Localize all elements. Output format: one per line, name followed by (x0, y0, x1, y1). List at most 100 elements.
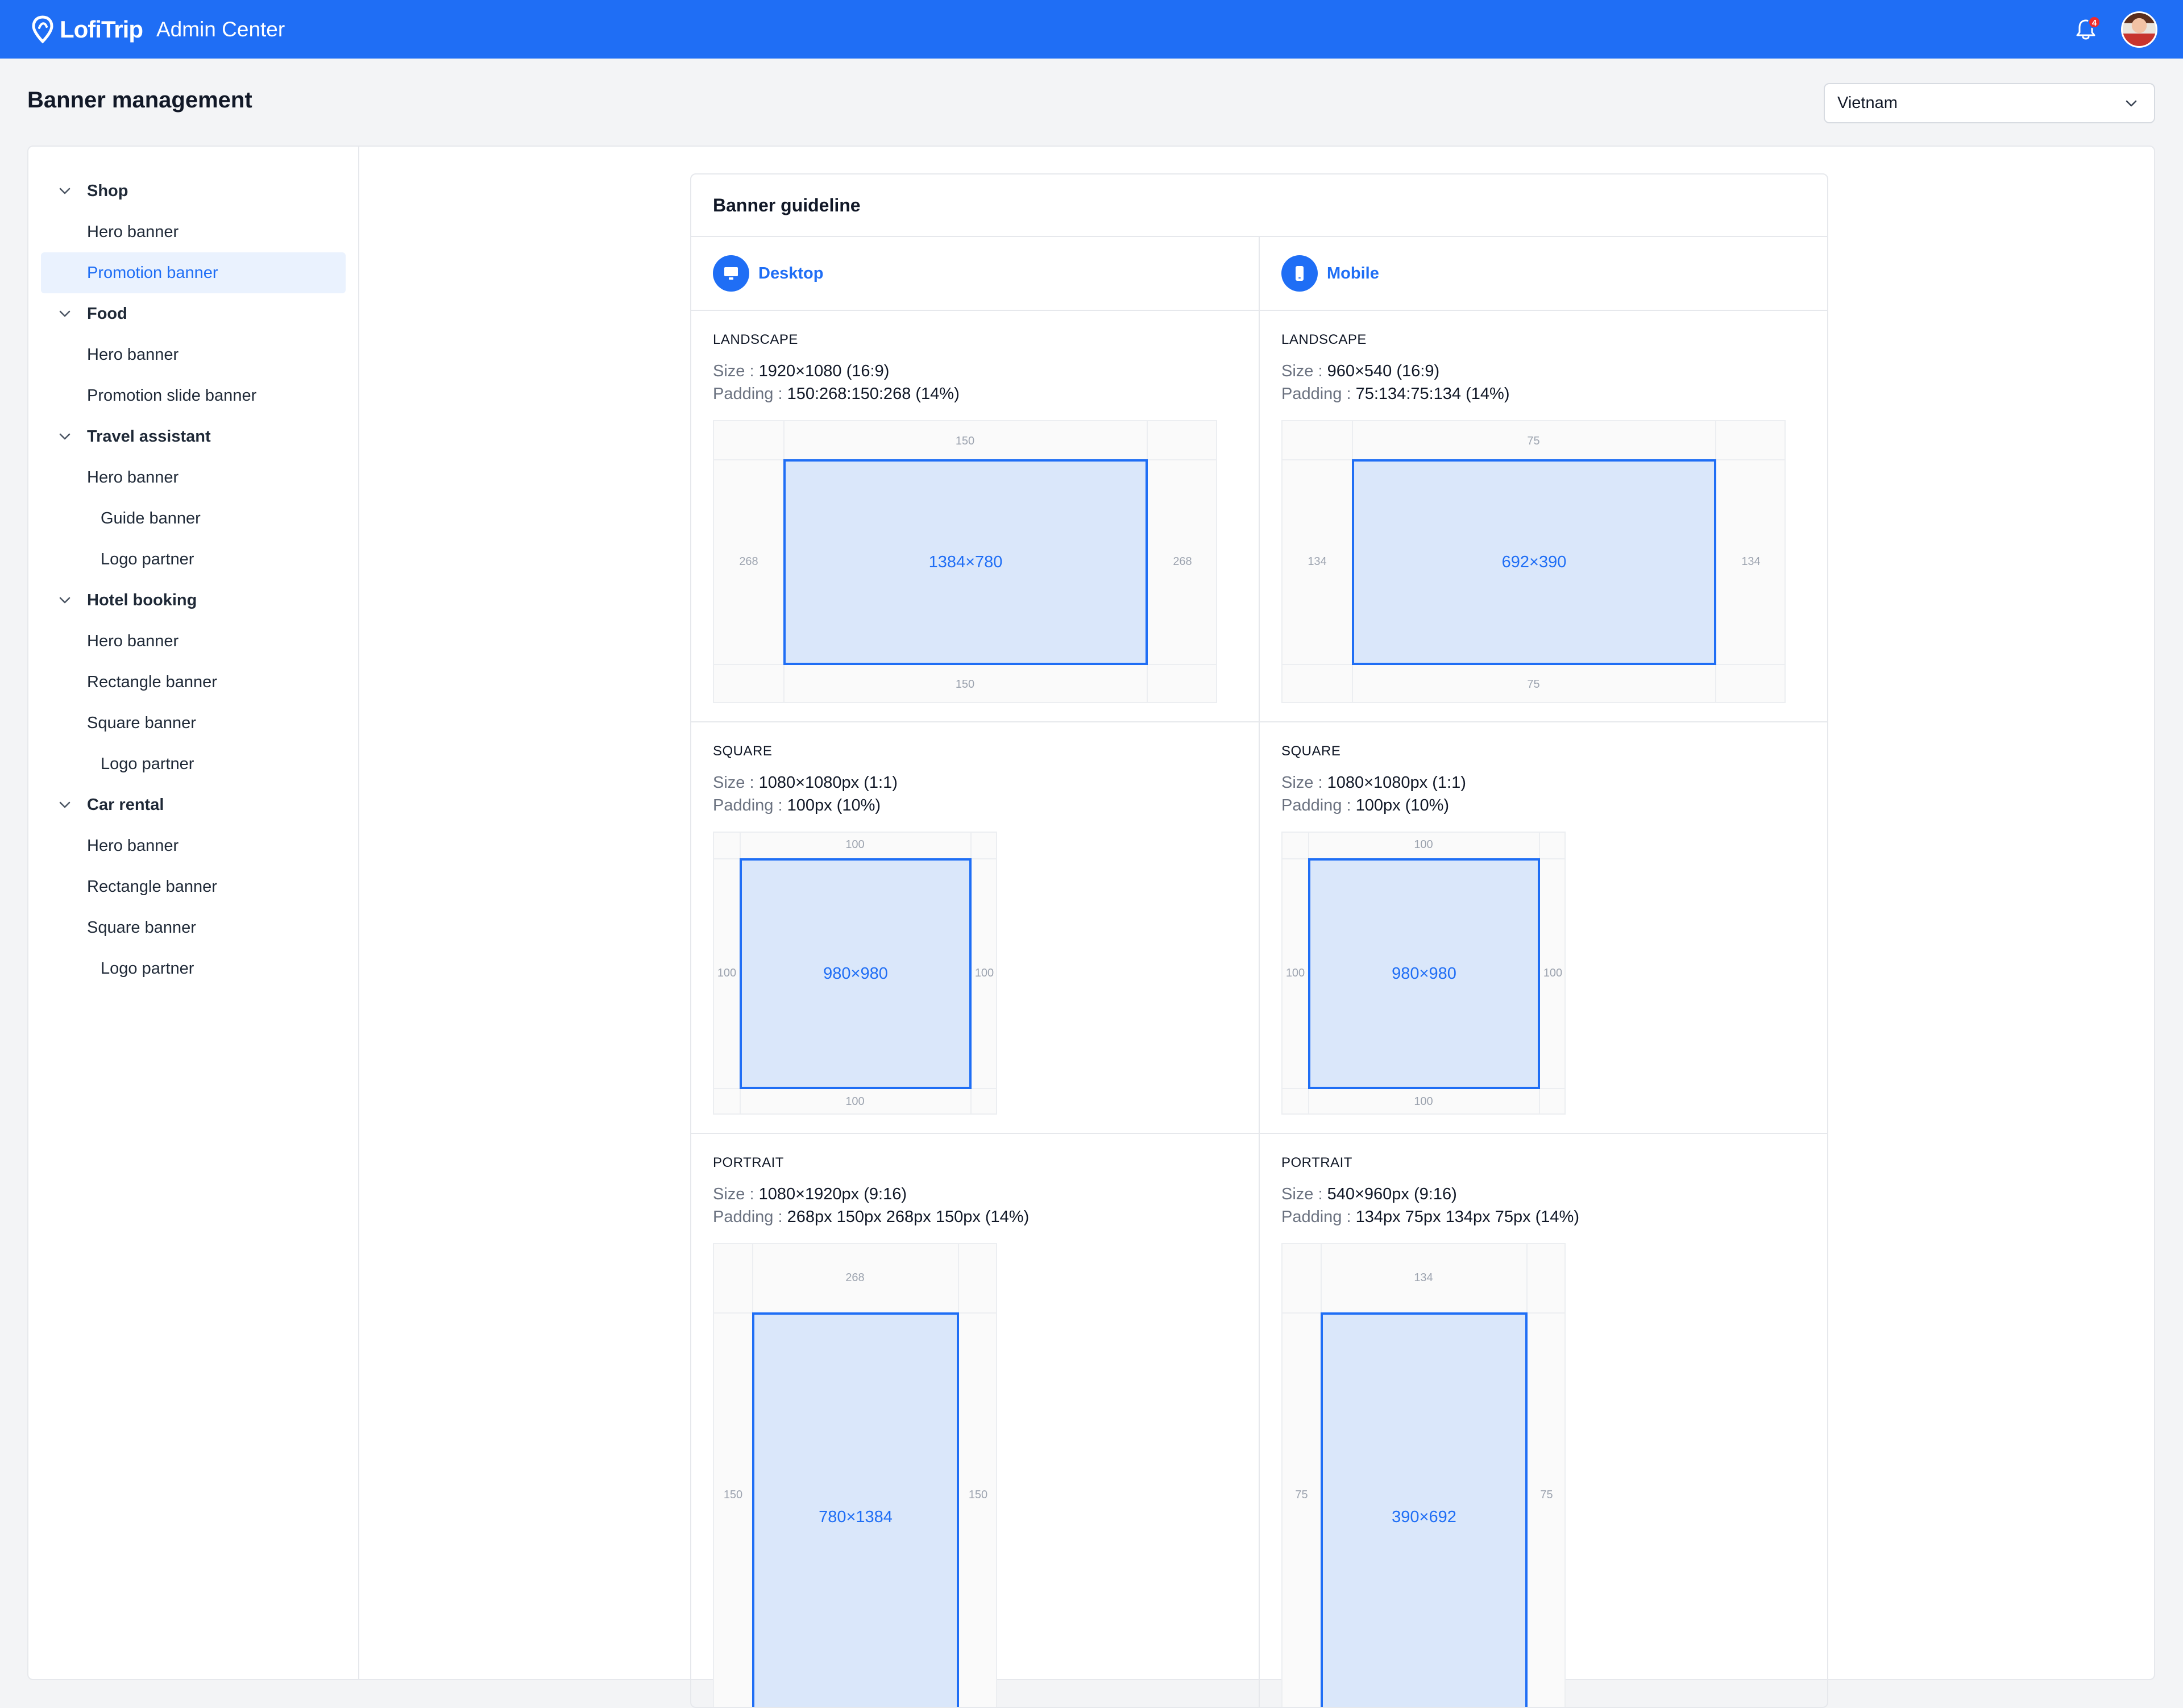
sidebar-item-car-logo-partner[interactable]: Logo partner (41, 948, 346, 989)
sidebar-item-food-hero-banner[interactable]: Hero banner (41, 334, 346, 375)
brand-logo[interactable]: LofiTrip Admin Center (31, 15, 285, 44)
mobile-landscape-section: LANDSCAPE Size : 960×540 (16:9) Padding … (1260, 311, 1827, 722)
padding-value: 134px 75px 134px 75px (14%) (1355, 1208, 1579, 1226)
sidebar-item-shop-hero-banner[interactable]: Hero banner (41, 211, 346, 252)
size-key: Size : (713, 774, 754, 792)
sidebar-group-food[interactable]: Food (28, 293, 358, 334)
sidebar-item-car-hero-banner[interactable]: Hero banner (41, 825, 346, 866)
padding-top-label: 100 (1414, 838, 1433, 851)
country-select[interactable]: Vietnam (1824, 83, 2155, 123)
sidebar-item-hotel-square-banner[interactable]: Square banner (41, 703, 346, 743)
sidebar-item-hotel-hero-banner[interactable]: Hero banner (41, 621, 346, 662)
size-key: Size : (1281, 774, 1323, 792)
padding-key: Padding : (1281, 385, 1351, 403)
section-title: SQUARE (713, 743, 773, 759)
sidebar-group-label: Car rental (87, 795, 164, 814)
mobile-label: Mobile (1327, 264, 1379, 282)
desktop-column: Desktop LANDSCAPE Size : 1920×1080 (16:9… (691, 237, 1260, 1707)
size-key: Size : (1281, 362, 1323, 380)
sidebar-item-travel-logo-partner[interactable]: Logo partner (41, 539, 346, 580)
padding-spec: Padding : 150:268:150:268 (14%) (713, 385, 960, 404)
guideline-title: Banner guideline (691, 174, 1827, 237)
desktop-label: Desktop (758, 264, 824, 282)
desktop-landscape-section: LANDSCAPE Size : 1920×1080 (16:9) Paddin… (691, 311, 1260, 722)
sidebar-group-label: Food (87, 304, 127, 323)
sidebar-item-label: Hero banner (87, 631, 179, 650)
size-spec: Size : 1920×1080 (16:9) (713, 362, 889, 381)
padding-right-label: 100 (1543, 967, 1563, 979)
padding-spec: Padding : 100px (10%) (713, 796, 881, 815)
section-title: PORTRAIT (1281, 1155, 1352, 1170)
padding-key: Padding : (713, 796, 783, 814)
padding-right-label: 75 (1540, 1489, 1553, 1501)
notifications-button[interactable]: 4 (2073, 16, 2101, 42)
size-spec: Size : 1080×1920px (9:16) (713, 1185, 907, 1204)
sidebar-item-hotel-logo-partner[interactable]: Logo partner (41, 743, 346, 784)
padding-spec: Padding : 100px (10%) (1281, 796, 1449, 815)
sidebar-item-label: Guide banner (101, 509, 201, 527)
padding-right-label: 100 (974, 967, 994, 979)
mobile-column: Mobile LANDSCAPE Size : 960×540 (16:9) P… (1260, 237, 1827, 1707)
sidebar-item-label: Rectangle banner (87, 672, 217, 691)
sidebar-item-shop-promotion-banner[interactable]: Promotion banner (41, 252, 346, 293)
size-value: 960×540 (16:9) (1327, 362, 1440, 380)
user-avatar[interactable] (2121, 11, 2157, 48)
padding-left-label: 134 (1308, 555, 1327, 568)
size-key: Size : (713, 1185, 754, 1203)
safe-area-box: 692×390 (1352, 459, 1716, 665)
padding-top-label: 268 (845, 1271, 865, 1284)
padding-right-label: 268 (1173, 555, 1192, 568)
sidebar-item-car-rectangle-banner[interactable]: Rectangle banner (41, 866, 346, 907)
size-key: Size : (713, 362, 754, 380)
sidebar-group-hotel-booking[interactable]: Hotel booking (28, 580, 358, 621)
padding-key: Padding : (1281, 796, 1351, 814)
notification-badge: 4 (2088, 16, 2101, 28)
section-title: PORTRAIT (713, 1155, 784, 1170)
location-pin-icon (32, 15, 53, 44)
padding-bottom-label: 75 (1527, 678, 1540, 691)
country-select-value: Vietnam (1837, 94, 1898, 112)
padding-top-label: 75 (1527, 435, 1540, 447)
chevron-down-icon (59, 597, 70, 604)
sidebar-group-shop[interactable]: Shop (28, 171, 358, 211)
sidebar-item-label: Square banner (87, 713, 196, 732)
padding-bottom-label: 100 (1414, 1095, 1433, 1108)
padding-left-label: 100 (717, 967, 737, 979)
sidebar-item-travel-hero-banner[interactable]: Hero banner (41, 457, 346, 498)
padding-spec: Padding : 134px 75px 134px 75px (14%) (1281, 1208, 1579, 1227)
sidebar-item-label: Promotion slide banner (87, 386, 257, 405)
portrait-diagram: 780×1384 268 150 150 (713, 1243, 997, 1707)
sidebar-item-food-promotion-slide-banner[interactable]: Promotion slide banner (41, 375, 346, 416)
sidebar-group-travel-assistant[interactable]: Travel assistant (28, 416, 358, 457)
safe-area-box: 780×1384 (752, 1312, 959, 1707)
sidebar-item-hotel-rectangle-banner[interactable]: Rectangle banner (41, 662, 346, 703)
sidebar-item-label: Hero banner (87, 222, 179, 241)
page-title: Banner management (27, 88, 252, 113)
padding-right-label: 150 (968, 1489, 988, 1501)
padding-bottom-label: 150 (955, 678, 975, 691)
safe-area-box: 390×692 (1321, 1312, 1528, 1707)
sidebar-group-car-rental[interactable]: Car rental (28, 784, 358, 825)
padding-key: Padding : (713, 385, 783, 403)
mobile-phone-icon (1281, 255, 1318, 292)
sidebar-item-label: Hero banner (87, 468, 179, 487)
sidebar-item-label: Rectangle banner (87, 877, 217, 896)
monitor-icon (713, 255, 749, 292)
padding-bottom-label: 100 (845, 1095, 865, 1108)
padding-spec: Padding : 75:134:75:134 (14%) (1281, 385, 1509, 404)
padding-left-label: 75 (1295, 1489, 1308, 1501)
sidebar-item-travel-guide-banner[interactable]: Guide banner (41, 498, 346, 539)
padding-top-label: 134 (1414, 1271, 1433, 1284)
chevron-down-icon (59, 310, 70, 317)
padding-value: 75:134:75:134 (14%) (1355, 385, 1510, 403)
brand-name: LofiTrip (60, 15, 143, 43)
size-value: 1080×1920px (9:16) (758, 1185, 907, 1203)
size-value: 1080×1080px (1:1) (1327, 774, 1466, 792)
size-spec: Size : 540×960px (9:16) (1281, 1185, 1457, 1204)
safe-area-box: 1384×780 (783, 459, 1148, 665)
size-value: 540×960px (9:16) (1327, 1185, 1457, 1203)
sidebar-item-car-square-banner[interactable]: Square banner (41, 907, 346, 948)
padding-right-label: 134 (1741, 555, 1761, 568)
padding-spec: Padding : 268px 150px 268px 150px (14%) (713, 1208, 1029, 1227)
landscape-diagram: 1384×780 150 150 268 268 (713, 420, 1217, 703)
